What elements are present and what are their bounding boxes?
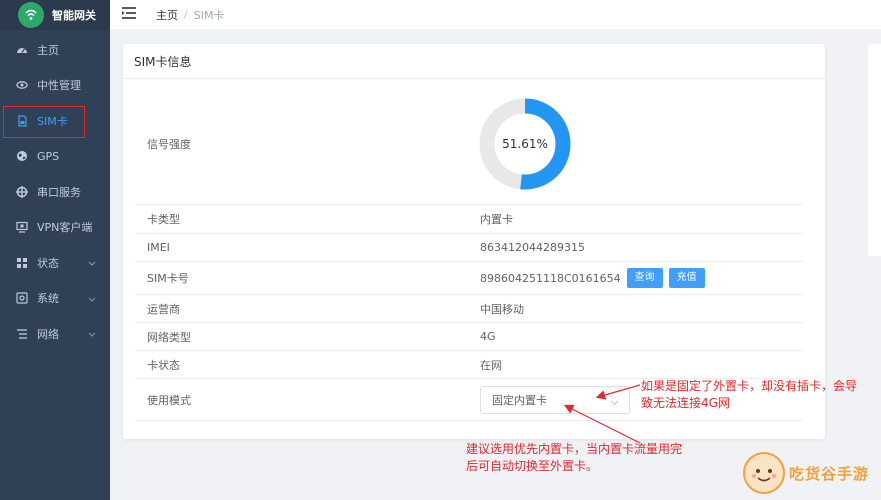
mascot-face-icon [743,452,785,494]
annotation-line: 后可自动切换至外置卡。 [466,459,599,473]
annotation-external-card: 如果是固定了外置卡，却没有插卡，会导 致无法连接4G网 [641,378,857,412]
annotation-line: 建议选用优先内置卡，当内置卡流量用完 [466,442,683,456]
annotation-recommendation: 建议选用优先内置卡，当内置卡流量用完 后可自动切换至外置卡。 [466,441,682,475]
annotation-line: 致无法连接4G网 [641,396,730,410]
annotation-arrows [563,384,641,444]
watermark-text: 吃货谷手游 [789,464,870,483]
watermark: 吃货谷手游 [743,448,879,498]
annotation-line: 如果是固定了外置卡，却没有插卡，会导 [641,379,858,393]
